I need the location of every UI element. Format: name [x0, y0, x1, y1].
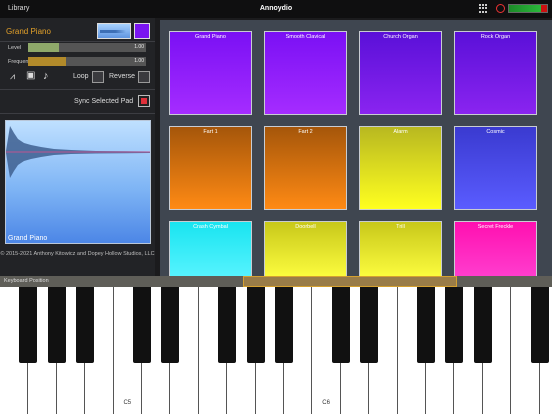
pad-church-organ[interactable]: Church Organ	[359, 31, 442, 115]
pad-name-field[interactable]: Grand Piano	[6, 27, 51, 36]
waveform-label: Grand Piano	[8, 235, 48, 242]
pad-smooth-clavical[interactable]: Smooth Clavical	[264, 31, 347, 115]
pad-rock-organ[interactable]: Rock Organ	[454, 31, 537, 115]
pad-fart-2[interactable]: Fart 2	[264, 126, 347, 210]
sync-checkbox[interactable]	[138, 95, 150, 107]
frequency-slider-fill	[28, 57, 66, 66]
pad-label: Fart 2	[298, 129, 313, 135]
black-key[interactable]	[47, 287, 66, 363]
save-icon[interactable]: ▣	[26, 70, 35, 81]
pad-label: Church Organ	[383, 34, 418, 40]
frequency-slider[interactable]: 1.00	[28, 57, 146, 66]
black-key[interactable]	[360, 287, 379, 363]
pad-alarm[interactable]: Alarm	[359, 126, 442, 210]
top-bar: Library Annoydio	[0, 0, 552, 18]
pad-grand-piano[interactable]: Grand Piano	[169, 31, 252, 115]
black-key[interactable]	[19, 287, 38, 363]
black-key[interactable]	[246, 287, 265, 363]
black-key[interactable]	[218, 287, 237, 363]
pad-crash-cymbal[interactable]: Crash Cymbal	[169, 221, 252, 276]
sample-thumbnail[interactable]	[97, 23, 131, 39]
pad-label: Rock Organ	[480, 34, 511, 40]
level-slider[interactable]: 1.00	[28, 43, 146, 52]
level-value: 1.00	[134, 44, 144, 50]
loop-checkbox[interactable]	[92, 71, 104, 83]
reverse-label: Reverse	[109, 73, 136, 80]
pad-editor-panel: Grand Piano Level 1.00 Frequency 1.00 ⩘ …	[0, 18, 155, 276]
keyboard-position-bar: Keyboard Position	[0, 276, 552, 287]
black-key[interactable]	[133, 287, 151, 363]
pad-label: Secret Freckle	[477, 224, 514, 230]
note-icon[interactable]: ♪	[43, 70, 49, 82]
pad-label: Fart 1	[203, 129, 218, 135]
pad-label: Cosmic	[486, 129, 505, 135]
pad-label: Crash Cymbal	[193, 224, 228, 230]
pad-label: Smooth Clavical	[285, 34, 326, 40]
grid-icon[interactable]	[479, 4, 488, 13]
pad-label: Grand Piano	[195, 34, 226, 40]
level-slider-fill	[28, 43, 59, 52]
app-title: Annoydio	[259, 5, 293, 12]
pad-trill[interactable]: Trill	[359, 221, 442, 276]
black-key[interactable]	[473, 287, 492, 363]
black-key[interactable]	[76, 287, 95, 363]
pad-fart-1[interactable]: Fart 1	[169, 126, 252, 210]
waveform-graphic	[6, 126, 150, 178]
keyboard-position-label: Keyboard Position	[4, 278, 49, 284]
black-key[interactable]	[275, 287, 293, 363]
pad-color-swatch[interactable]	[134, 23, 150, 39]
waveform-view[interactable]: Grand Piano	[5, 120, 151, 244]
frequency-value: 1.00	[134, 58, 144, 64]
copyright-text: © 2015-2021 Anthony Kitowicz and Dopey H…	[0, 251, 155, 257]
note-label-c6: C6	[322, 400, 330, 406]
pad-secret-freckle[interactable]: Secret Freckle	[454, 221, 537, 276]
pad-grid: Grand Piano Smooth Clavical Church Organ Ro…	[160, 20, 552, 276]
level-meter	[508, 4, 548, 13]
level-label: Level	[8, 45, 22, 51]
note-label-c5: C5	[123, 400, 132, 406]
black-key[interactable]	[161, 287, 180, 363]
pad-doorbell[interactable]: Doorbell	[264, 221, 347, 276]
pad-cosmic[interactable]: Cosmic	[454, 126, 537, 210]
pad-label: Alarm	[393, 129, 408, 135]
pad-label: Trill	[396, 224, 405, 230]
black-key[interactable]	[417, 287, 435, 363]
loop-label: Loop	[73, 73, 89, 80]
black-key[interactable]	[530, 287, 549, 363]
black-key[interactable]	[445, 287, 464, 363]
piano-keyboard: C5 C6	[0, 287, 552, 414]
keyboard-position-slider[interactable]	[243, 276, 457, 287]
pad-label: Doorbell	[295, 224, 316, 230]
reverse-checkbox[interactable]	[138, 71, 150, 83]
sync-label: Sync Selected Pad	[74, 98, 134, 105]
envelope-icon[interactable]: ⩘	[10, 71, 15, 82]
record-icon[interactable]	[496, 4, 505, 13]
black-key[interactable]	[331, 287, 350, 363]
